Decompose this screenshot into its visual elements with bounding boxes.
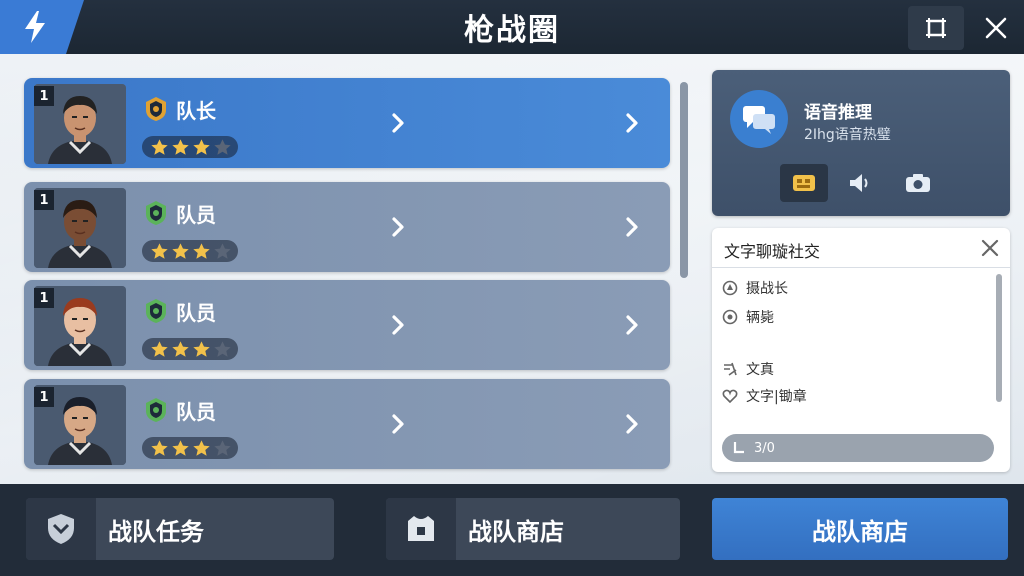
shop-icon-wrap — [386, 498, 456, 560]
voice-subtitle: 2Ihg语音热璧 — [804, 127, 891, 143]
chevron-right-icon[interactable] — [622, 313, 642, 337]
star-filled-icon — [151, 138, 168, 155]
close-button[interactable] — [974, 6, 1018, 50]
chat-scrollbar[interactable] — [996, 274, 1002, 402]
role-label: 队员 — [176, 203, 216, 227]
star-rating — [142, 136, 238, 158]
voice-title: 语音推理 — [804, 103, 872, 123]
member-list: 1 队长 1 队员 1 队员 1 队员 — [24, 78, 670, 478]
chat-line-text: 文真 — [746, 362, 774, 378]
star-rating — [142, 240, 238, 262]
fullscreen-icon — [926, 18, 946, 38]
chevron-right-icon[interactable] — [622, 215, 642, 239]
chat-line-text: 摄战长 — [746, 281, 788, 297]
bolt-tab[interactable] — [0, 0, 84, 54]
member-row[interactable]: 1 队长 — [24, 78, 670, 168]
level-badge: 1 — [34, 86, 54, 106]
star-filled-icon — [193, 242, 210, 259]
note-icon — [724, 362, 737, 376]
heart-icon — [722, 389, 738, 404]
star-empty-icon — [214, 340, 231, 357]
speaker-button[interactable] — [836, 164, 884, 202]
star-filled-icon — [172, 242, 189, 259]
star-filled-icon — [151, 439, 168, 456]
voice-mode-button[interactable] — [780, 164, 828, 202]
chat-input[interactable]: 3/0 — [722, 434, 994, 462]
star-filled-icon — [172, 138, 189, 155]
team-shop-button[interactable]: 战队商店 — [386, 498, 680, 560]
member-row[interactable]: 1 队员 — [24, 182, 670, 272]
level-badge: 1 — [34, 288, 54, 308]
star-empty-icon — [214, 138, 231, 155]
chat-line[interactable]: 文真 — [722, 359, 774, 379]
camera-icon — [906, 174, 930, 192]
list-scrollbar[interactable] — [680, 82, 688, 278]
role-label: 队员 — [176, 301, 216, 325]
target-icon — [722, 309, 738, 325]
member-badge-icon — [146, 398, 166, 422]
speaker-icon — [850, 174, 868, 192]
chat-line[interactable]: 摄战长 — [722, 278, 788, 298]
keyboard-icon — [733, 442, 744, 454]
star-rating — [142, 437, 238, 459]
chat-input-text: 3/0 — [754, 440, 775, 456]
voice-mode-icon — [793, 175, 815, 191]
shirt-icon — [408, 516, 434, 541]
level-badge: 1 — [34, 190, 54, 210]
camera-button[interactable] — [894, 164, 942, 202]
chevron-right-icon[interactable] — [622, 111, 642, 135]
star-filled-icon — [193, 439, 210, 456]
level-badge: 1 — [34, 387, 54, 407]
chat-header: 文字聊璇社交 — [712, 228, 1010, 268]
chevron-right-icon[interactable] — [388, 412, 408, 436]
bolt-icon — [25, 11, 45, 43]
star-filled-icon — [193, 340, 210, 357]
page-title: 枪战圈 — [464, 13, 560, 48]
star-empty-icon — [214, 439, 231, 456]
chevron-right-icon[interactable] — [622, 412, 642, 436]
voice-panel: 语音推理 2Ihg语音热璧 — [712, 70, 1010, 216]
star-filled-icon — [193, 138, 210, 155]
role-label: 队长 — [176, 99, 216, 123]
bottom-bar: 战队任务 战队商店 战队商店 — [0, 484, 1024, 576]
captain-badge-icon — [146, 97, 166, 121]
chevron-right-icon[interactable] — [388, 313, 408, 337]
voice-avatar — [730, 90, 788, 148]
close-icon — [985, 17, 1007, 39]
shield-icon — [48, 514, 74, 544]
chevron-right-icon[interactable] — [388, 111, 408, 135]
chat-line[interactable]: 辆毙 — [722, 307, 774, 327]
chat-line-text: 文字|锄章 — [746, 389, 807, 405]
team-shop-label: 战队商店 — [468, 517, 564, 546]
tasks-icon-wrap — [26, 498, 96, 560]
fullscreen-button[interactable] — [908, 6, 964, 50]
chat-line-text: 辆毙 — [746, 310, 774, 326]
team-shop-primary-button[interactable]: 战队商店 — [712, 498, 1008, 560]
chat-line[interactable]: 文字|锄章 — [722, 386, 807, 406]
star-empty-icon — [214, 242, 231, 259]
text-chat-panel: 文字聊璇社交 摄战长 辆毙 文真 文字|锄章 3/0 — [712, 228, 1010, 472]
star-filled-icon — [151, 340, 168, 357]
chat-title: 文字聊璇社交 — [724, 242, 821, 261]
star-filled-icon — [172, 340, 189, 357]
pin-icon — [722, 280, 738, 296]
top-header: 枪战圈 — [0, 0, 1024, 54]
star-rating — [142, 338, 238, 360]
chevron-right-icon[interactable] — [388, 215, 408, 239]
team-tasks-label: 战队任务 — [108, 517, 204, 546]
role-label: 队员 — [176, 400, 216, 424]
member-badge-icon — [146, 299, 166, 323]
member-row[interactable]: 1 队员 — [24, 379, 670, 469]
star-filled-icon — [151, 242, 168, 259]
star-filled-icon — [172, 439, 189, 456]
team-tasks-button[interactable]: 战队任务 — [26, 498, 334, 560]
member-row[interactable]: 1 队员 — [24, 280, 670, 370]
member-badge-icon — [146, 201, 166, 225]
chat-bubbles-icon — [743, 106, 775, 134]
chat-close-icon[interactable] — [980, 238, 1000, 258]
